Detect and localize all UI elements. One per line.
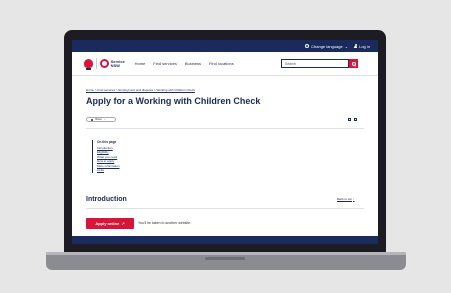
browser-screen: Change language ⌄ Log in Service NSW Hom… [72,40,378,244]
print-icon[interactable] [348,118,351,121]
divider [86,208,364,209]
toc-title: On this page [97,140,117,144]
service-nsw-logo[interactable] [99,59,109,68]
share-icon [91,118,93,121]
section-heading: Introduction [86,196,127,203]
main-nav: Home Find services Business Find locatio… [135,61,234,66]
login-link[interactable]: Log in [354,44,370,49]
footer-band [72,236,378,244]
divider [86,128,364,129]
search-input[interactable]: Search [281,59,349,68]
chevron-down-icon: ⌄ [103,118,106,121]
search-icon [351,61,356,66]
back-to-top-label: Back to top [337,197,353,201]
laptop-notch [205,257,245,260]
user-icon [354,44,358,48]
utility-bar: Change language ⌄ Log in [72,40,378,52]
login-label: Log in [359,43,370,49]
globe-icon [305,44,310,48]
page-title: Apply for a Working with Children Check [86,96,261,106]
share-button[interactable]: Share ⌄ [86,117,116,122]
external-link-icon: ↗ [121,221,125,226]
arrow-up-icon: ↑ [353,197,355,201]
nav-find-services[interactable]: Find services [153,61,177,66]
back-to-top-link[interactable]: Back to top ↑ [337,197,355,201]
laptop-mockup: Change language ⌄ Log in Service NSW Hom… [0,0,451,293]
laptop-base-lip [46,252,406,255]
nav-find-locations[interactable]: Find locations [209,61,234,66]
share-label: Share [95,118,102,121]
change-language-link[interactable]: Change language ⌄ [305,44,348,49]
change-language-label: Change language [311,43,343,49]
toc-link-links[interactable]: Links [97,168,120,173]
nsw-government-logo[interactable] [84,59,93,70]
logo-text: Service NSW [110,58,125,68]
nav-home[interactable]: Home [135,61,146,66]
page-tools [348,118,357,121]
search-button[interactable] [349,59,358,68]
chevron-down-icon: ⌄ [344,43,349,49]
nav-business[interactable]: Business [185,61,201,66]
apply-online-label: Apply online [95,221,120,226]
apply-online-button[interactable]: Apply online ↗ [86,218,134,229]
breadcrumb[interactable]: Home > Find services > Employment and di… [86,88,195,92]
feedback-icon[interactable] [354,118,357,121]
table-of-contents: On this page Introduction Eligibility Wh… [92,140,120,173]
site-header: Service NSW Home Find services Business … [72,52,378,76]
external-site-note: You'll be taken to another website. [138,221,192,225]
logo-divider [96,58,97,69]
